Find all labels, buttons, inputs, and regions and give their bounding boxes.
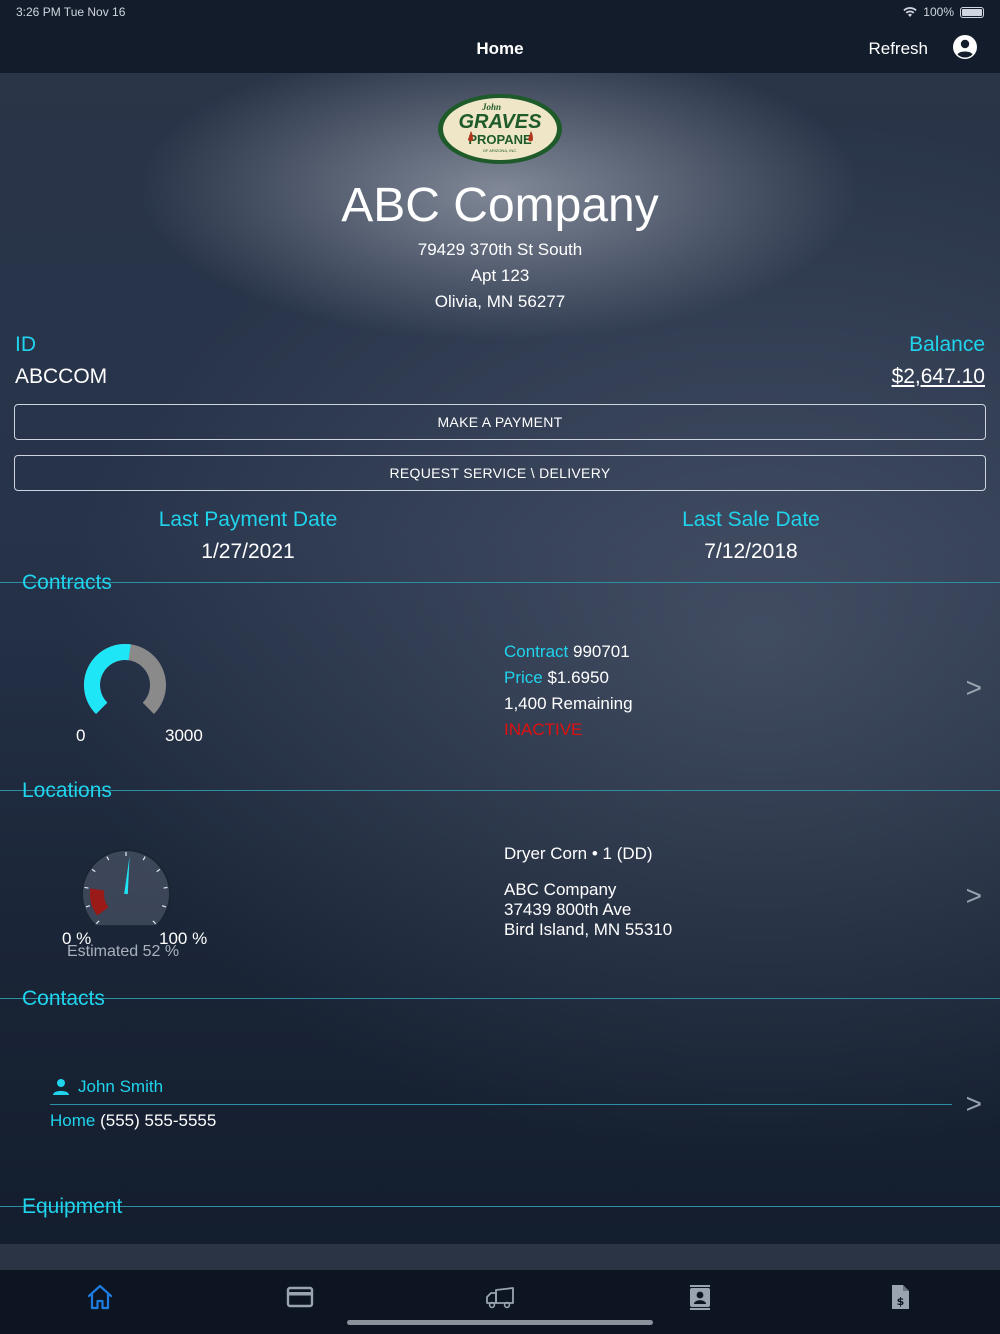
equipment-divider [0, 1206, 1000, 1207]
make-payment-button[interactable]: MAKE A PAYMENT [14, 404, 986, 440]
tank-estimated-level: Estimated 52 % [67, 943, 180, 960]
location-address-line-1: ABC Company [504, 880, 617, 899]
contract-status-badge: INACTIVE [504, 720, 583, 739]
contact-phone-row[interactable]: Home (555) 555-5555 [50, 1111, 216, 1131]
contacts-section-title: Contacts [22, 987, 109, 1011]
logo-text-sub: PROPANE [468, 132, 532, 147]
equipment-section-title: Equipment [22, 1195, 126, 1219]
status-time: 3:26 PM Tue Nov 16 [16, 5, 126, 19]
contract-gauge-min: 0 [76, 726, 86, 745]
last-sale-value: 7/12/2018 [704, 540, 798, 563]
battery-icon [960, 6, 984, 18]
id-value: ABCCOM [15, 365, 108, 388]
status-bar: 3:26 PM Tue Nov 16 100% [0, 0, 1000, 24]
battery-percent: 100% [923, 5, 954, 19]
address-line-3: Olivia, MN 56277 [434, 292, 566, 311]
last-payment-value: 1/27/2021 [201, 540, 295, 563]
logo-text-main: GRAVES [459, 111, 543, 133]
svg-text:$: $ [897, 1295, 905, 1308]
contract-number-label: Contract [504, 642, 569, 661]
account-icon[interactable] [952, 34, 978, 60]
address-line-1: 79429 370th St South [417, 240, 583, 259]
app-screen: 3:26 PM Tue Nov 16 100% Home Refresh Joh… [0, 0, 1000, 1334]
contract-gauge-max: 3000 [165, 726, 203, 745]
location-chevron-icon[interactable]: > [966, 880, 982, 912]
id-label: ID [15, 333, 36, 356]
request-service-button[interactable]: REQUEST SERVICE \ DELIVERY [14, 455, 986, 491]
company-logo: John GRAVES PROPANE OF ARIZONA, INC. [438, 94, 562, 164]
person-icon [53, 1079, 69, 1095]
tab-invoices[interactable]: $ [800, 1270, 1000, 1334]
contract-number-row: Contract 990701 [504, 639, 633, 665]
contract-number-value: 990701 [572, 642, 630, 661]
address-line-2: Apt 123 [470, 266, 530, 285]
nav-bar: Home Refresh [0, 24, 1000, 73]
balance-link[interactable]: $2,647.10 [892, 365, 985, 389]
location-address-line-3: Bird Island, MN 55310 [504, 920, 673, 939]
locations-divider [0, 790, 1000, 791]
balance-label: Balance [909, 333, 985, 356]
contact-book-icon [690, 1285, 710, 1310]
locations-section-title: Locations [22, 779, 116, 803]
home-indicator [347, 1320, 653, 1325]
tank-level-gauge [81, 848, 171, 926]
last-sale-label: Last Sale Date [682, 508, 820, 531]
contact-name: John Smith [78, 1077, 164, 1096]
delivery-truck-icon [486, 1287, 514, 1309]
credit-card-icon [286, 1286, 314, 1308]
wifi-icon [903, 6, 917, 17]
company-name: ABC Company [341, 179, 659, 232]
equipment-title-text: Equipment [22, 1195, 123, 1218]
last-sale-block: Last Sale Date 7/12/2018 [601, 508, 901, 564]
tank-tick [163, 886, 168, 889]
contracts-title-text: Contracts [22, 571, 112, 594]
contract-price-label: Price [504, 668, 543, 687]
contract-gauge [84, 644, 166, 714]
logo-text-foot: OF ARIZONA, INC. [483, 148, 517, 153]
last-payment-block: Last Payment Date 1/27/2021 [98, 508, 398, 564]
contract-price-row: Price $1.6950 [504, 665, 633, 691]
contact-name-row[interactable]: John Smith [52, 1077, 163, 1097]
tank-tick [84, 886, 89, 889]
contact-chevron-icon[interactable]: > [966, 1088, 982, 1120]
location-info[interactable]: Dryer Corn • 1 (DD) ABC Company 37439 80… [504, 844, 672, 940]
contracts-section-title: Contracts [22, 571, 116, 595]
contact-phone-label: Home [50, 1111, 96, 1130]
location-address-line-2: 37439 800th Ave [504, 900, 632, 919]
contact-phone-value: (555) 555-5555 [100, 1111, 217, 1130]
contacts-title-text: Contacts [22, 987, 105, 1010]
page-title: Home [476, 39, 524, 58]
invoice-dollar-icon: $ [892, 1285, 909, 1309]
contact-divider [50, 1104, 952, 1105]
contract-price-value: $1.6950 [547, 668, 609, 687]
refresh-button[interactable]: Refresh [868, 39, 928, 59]
contacts-divider [0, 998, 1000, 999]
status-right: 100% [903, 5, 984, 19]
last-payment-label: Last Payment Date [158, 508, 338, 531]
location-name: Dryer Corn • 1 (DD) [504, 844, 653, 863]
home-icon [87, 1284, 113, 1310]
locations-title-text: Locations [22, 779, 112, 802]
contract-remaining: 1,400 Remaining [504, 694, 633, 713]
tab-home[interactable] [0, 1270, 200, 1334]
contract-info[interactable]: Contract 990701 Price $1.6950 1,400 Rema… [504, 639, 633, 743]
contracts-divider [0, 582, 1000, 583]
contract-chevron-icon[interactable]: > [966, 672, 982, 704]
